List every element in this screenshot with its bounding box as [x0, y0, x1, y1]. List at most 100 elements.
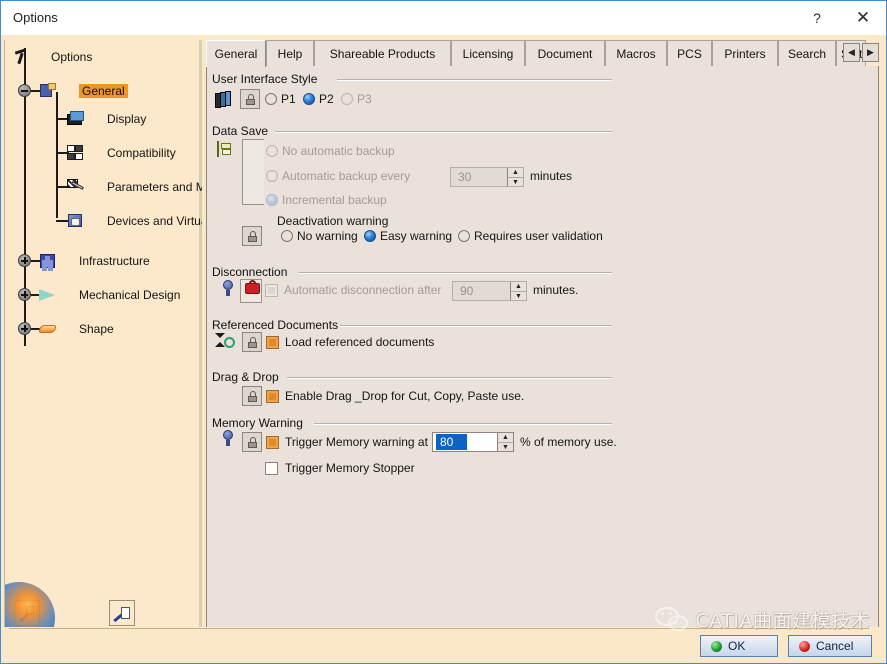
tab-search[interactable]: Search: [778, 40, 836, 66]
lock-toggle-deactivation[interactable]: [242, 226, 262, 246]
group-title-user-interface-style: User Interface Style: [212, 72, 323, 86]
tab-general[interactable]: General: [206, 40, 266, 67]
radio-easy-warning[interactable]: [364, 230, 376, 242]
sidebar-item-label: Mechanical Design: [79, 288, 181, 302]
memory-warning-unit: % of memory use.: [520, 435, 617, 449]
group-divider: [314, 423, 612, 425]
tab-printers[interactable]: Printers: [712, 40, 778, 66]
lock-toggle-memory-warning[interactable]: [242, 432, 262, 452]
radio-p2[interactable]: [303, 93, 315, 105]
checkbox-load-referenced-documents-label: Load referenced documents: [285, 335, 435, 349]
checkbox-enable-drag-drop[interactable]: [266, 390, 279, 403]
title-bar: Options ? ✕: [1, 1, 886, 35]
shape-icon: [39, 321, 57, 337]
radio-automatic-backup-every[interactable]: [266, 170, 278, 182]
compatibility-icon: [67, 145, 85, 161]
lock-toggle-uistyle[interactable]: [240, 89, 260, 109]
options-wrench-icon: [13, 49, 31, 65]
sidebar-item-parameters-and-measure[interactable]: Parameters and Measure: [67, 176, 202, 198]
checkbox-trigger-memory-stopper[interactable]: [265, 462, 278, 475]
sidebar-item-label: Infrastructure: [79, 254, 150, 268]
sidebar-item-devices-and-virtual-reality[interactable]: Devices and Virtual Reali: [67, 210, 202, 232]
tree-branch-line: [56, 92, 58, 218]
tab-pcs[interactable]: PCS: [667, 40, 712, 66]
tab-scroll-right-button[interactable]: ▶: [862, 43, 879, 62]
checkbox-trigger-memory-warning-label: Trigger Memory warning at: [285, 435, 428, 449]
radio-requires-user-validation[interactable]: [458, 230, 470, 242]
tab-scroll-left-button[interactable]: ◀: [843, 43, 860, 62]
disconnection-delay-spinner-buttons[interactable]: ▲ ▼: [510, 282, 526, 300]
group-title-disconnection: Disconnection: [212, 265, 293, 279]
tab-shareable-products[interactable]: Shareable Products: [314, 40, 451, 66]
group-divider: [340, 325, 612, 327]
group-title-drag-drop: Drag & Drop: [212, 370, 284, 384]
lock-toggle-drag-drop[interactable]: [242, 386, 262, 406]
help-button[interactable]: ?: [794, 1, 840, 35]
display-icon: [67, 111, 85, 127]
lock-icon: [247, 336, 257, 348]
group-divider: [287, 377, 612, 379]
cancel-status-icon: [799, 640, 810, 652]
settings-document-button[interactable]: [109, 600, 135, 626]
tab-strip[interactable]: General Help Shareable Products Licensin…: [206, 40, 879, 67]
radio-p1[interactable]: [265, 93, 277, 105]
sidebar-item-general[interactable]: General: [39, 80, 128, 102]
checkbox-trigger-memory-warning[interactable]: [266, 436, 279, 449]
sidebar-item-display[interactable]: Display: [67, 108, 146, 130]
options-content-pane: General Help Shareable Products Licensin…: [206, 40, 879, 628]
sidebar-item-mechanical-design[interactable]: Mechanical Design: [39, 284, 180, 306]
memory-warning-spinner[interactable]: 80 ▲ ▼: [432, 432, 514, 452]
lock-toggle-referenced-documents[interactable]: [242, 332, 262, 352]
infrastructure-icon: [39, 253, 57, 269]
group-title-data-save: Data Save: [212, 124, 274, 138]
tab-macros[interactable]: Macros: [605, 40, 667, 66]
radio-p3[interactable]: [341, 93, 353, 105]
checkbox-enable-drag-drop-label: Enable Drag _Drop for Cut, Copy, Paste u…: [285, 389, 525, 403]
radio-no-warning[interactable]: [281, 230, 293, 242]
group-title-referenced-documents: Referenced Documents: [212, 318, 344, 332]
options-tree[interactable]: Options General Display Compatibility Pa…: [4, 40, 202, 628]
memory-warning-spinner-buttons[interactable]: ▲ ▼: [497, 433, 513, 451]
cancel-button[interactable]: Cancel: [788, 635, 872, 657]
disconnection-delay-value: 90: [460, 284, 474, 298]
ok-status-icon: [711, 640, 722, 652]
tree-expander-general[interactable]: [18, 84, 31, 97]
sidebar-item-compatibility[interactable]: Compatibility: [67, 142, 176, 164]
group-divider: [337, 79, 612, 81]
floppy-save-icon: [217, 141, 219, 157]
disconnection-delay-unit: minutes.: [533, 283, 579, 297]
sidebar-item-label: Parameters and Measure: [107, 180, 202, 194]
sidebar-item-label: Compatibility: [107, 146, 176, 160]
tab-help[interactable]: Help: [266, 40, 314, 66]
backup-interval-value: 30: [458, 170, 472, 184]
radio-no-automatic-backup-label: No automatic backup: [282, 144, 395, 158]
checkbox-load-referenced-documents[interactable]: [266, 336, 279, 349]
radio-no-automatic-backup[interactable]: [266, 145, 278, 157]
backup-interval-spinner-buttons[interactable]: ▲ ▼: [507, 168, 523, 186]
checkbox-automatic-disconnection[interactable]: [265, 284, 278, 297]
close-button[interactable]: ✕: [840, 1, 886, 35]
memory-warning-value[interactable]: 80: [436, 434, 468, 450]
backup-interval-unit: minutes: [530, 169, 573, 183]
sidebar-item-label: General: [79, 84, 128, 98]
cancel-button-label: Cancel: [816, 639, 854, 653]
sidebar-item-infrastructure[interactable]: Infrastructure: [39, 250, 150, 272]
tree-node-options[interactable]: Options: [13, 46, 92, 68]
backup-interval-spinner[interactable]: 30 ▲ ▼: [450, 167, 524, 187]
tree-expander-infrastructure[interactable]: [18, 254, 31, 267]
lock-icon: [247, 230, 257, 242]
ok-button[interactable]: OK: [700, 635, 778, 657]
radio-automatic-backup-every-label: Automatic backup every: [282, 169, 411, 183]
sidebar-item-shape[interactable]: Shape: [39, 318, 114, 340]
tree-expander-mechanical-design[interactable]: [18, 288, 31, 301]
tab-document[interactable]: Document: [525, 40, 605, 66]
group-divider: [275, 131, 612, 133]
radio-incremental-backup[interactable]: [266, 194, 278, 206]
lock-bracket: [242, 139, 264, 205]
deactivation-warning-label: Deactivation warning: [277, 214, 389, 228]
tree-scrollbar[interactable]: [199, 40, 202, 628]
tree-expander-shape[interactable]: [18, 322, 31, 335]
disconnection-delay-spinner[interactable]: 90 ▲ ▼: [452, 281, 527, 301]
window-title: Options: [13, 10, 58, 25]
tab-licensing[interactable]: Licensing: [451, 40, 525, 66]
